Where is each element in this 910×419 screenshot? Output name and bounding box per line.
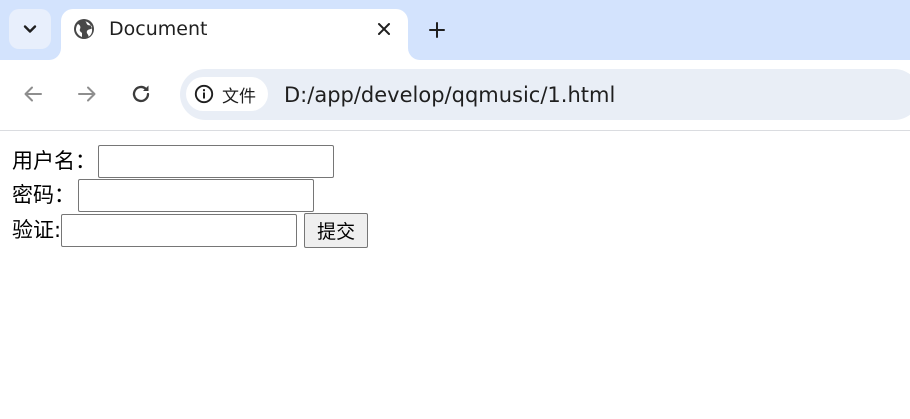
password-row: 密码：: [12, 179, 314, 212]
username-row: 用户名：: [12, 145, 334, 178]
reload-button[interactable]: [129, 82, 153, 106]
username-input[interactable]: [98, 145, 334, 178]
address-bar[interactable]: 文件 D:/app/develop/qqmusic/1.html: [180, 69, 910, 120]
new-tab-button[interactable]: [426, 19, 448, 41]
site-info-label: 文件: [222, 86, 256, 107]
chevron-down-icon: [23, 25, 37, 33]
submit-button[interactable]: 提交: [304, 213, 369, 248]
close-icon: [378, 23, 390, 35]
reload-icon: [132, 85, 150, 103]
captcha-row: 验证: 提交: [12, 213, 369, 248]
tab-title: Document: [109, 18, 208, 40]
forward-button[interactable]: [75, 82, 99, 106]
tab-active[interactable]: Document: [61, 9, 408, 60]
password-input[interactable]: [78, 179, 314, 212]
captcha-input[interactable]: [61, 214, 298, 247]
page-content: 用户名： 密码： 验证: 提交: [0, 131, 910, 419]
tab-close-button[interactable]: [374, 19, 394, 39]
tab-search-button[interactable]: [9, 9, 51, 49]
captcha-label: 验证:: [12, 218, 62, 242]
plus-icon: [429, 22, 445, 38]
url-text[interactable]: D:/app/develop/qqmusic/1.html: [284, 82, 615, 108]
arrow-right-icon: [78, 86, 96, 102]
password-label: 密码：: [12, 183, 75, 207]
globe-icon: [74, 19, 94, 39]
arrow-left-icon: [24, 86, 42, 102]
username-label: 用户名：: [12, 149, 96, 173]
back-button[interactable]: [21, 82, 45, 106]
browser-toolbar: 文件 D:/app/develop/qqmusic/1.html: [0, 60, 910, 131]
site-info-chip[interactable]: 文件: [186, 77, 268, 111]
info-icon: [194, 84, 214, 104]
tab-strip: Document: [0, 0, 910, 60]
